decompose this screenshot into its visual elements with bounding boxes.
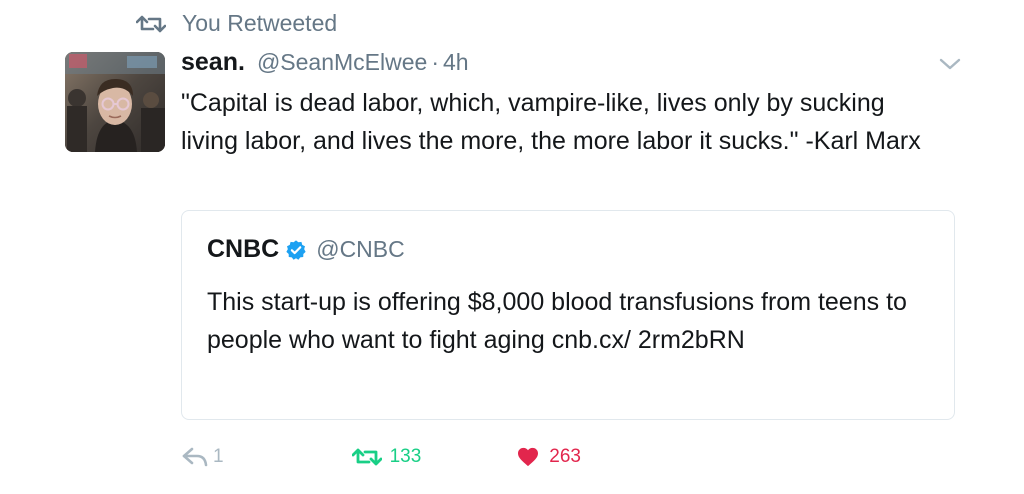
retweet-icon xyxy=(351,448,382,466)
author-handle[interactable]: @SeanMcElwee xyxy=(257,49,427,76)
reply-count: 1 xyxy=(213,446,224,467)
heart-icon xyxy=(518,447,539,467)
retweet-context: You Retweeted xyxy=(136,10,337,37)
quoted-author-handle: @CNBC xyxy=(316,236,405,262)
tweet[interactable]: You Retweeted sean. @SeanMcElwee · 4h "C… xyxy=(0,0,1024,494)
retweet-count: 133 xyxy=(389,446,422,467)
separator-dot: · xyxy=(431,49,439,75)
retweet-icon xyxy=(136,15,166,32)
tweet-header: sean. @SeanMcElwee · 4h xyxy=(181,48,469,77)
retweet-button[interactable]: 133 xyxy=(351,446,422,468)
like-button[interactable]: 263 xyxy=(517,446,581,468)
author-name[interactable]: sean. xyxy=(181,48,245,77)
quoted-author-name: CNBC xyxy=(207,235,280,263)
like-count: 263 xyxy=(549,446,581,467)
chevron-down-icon[interactable] xyxy=(938,56,962,72)
avatar[interactable] xyxy=(65,52,165,152)
retweet-context-label: You Retweeted xyxy=(182,10,338,36)
verified-badge-icon xyxy=(286,239,306,260)
tweet-timestamp[interactable]: 4h xyxy=(443,49,469,76)
quoted-tweet-text: This start-up is offering $8,000 blood t… xyxy=(207,288,907,354)
tweet-text: "Capital is dead labor, which, vampire-l… xyxy=(181,89,921,155)
quoted-tweet-header: CNBC @CNBC xyxy=(207,235,405,264)
reply-icon xyxy=(182,447,208,467)
avatar-image xyxy=(65,52,165,152)
reply-button[interactable]: 1 xyxy=(181,446,224,468)
quoted-tweet[interactable]: CNBC @CNBC This start-up is offering $8,… xyxy=(181,210,955,420)
tweet-actions: 1 133 263 xyxy=(181,446,581,468)
